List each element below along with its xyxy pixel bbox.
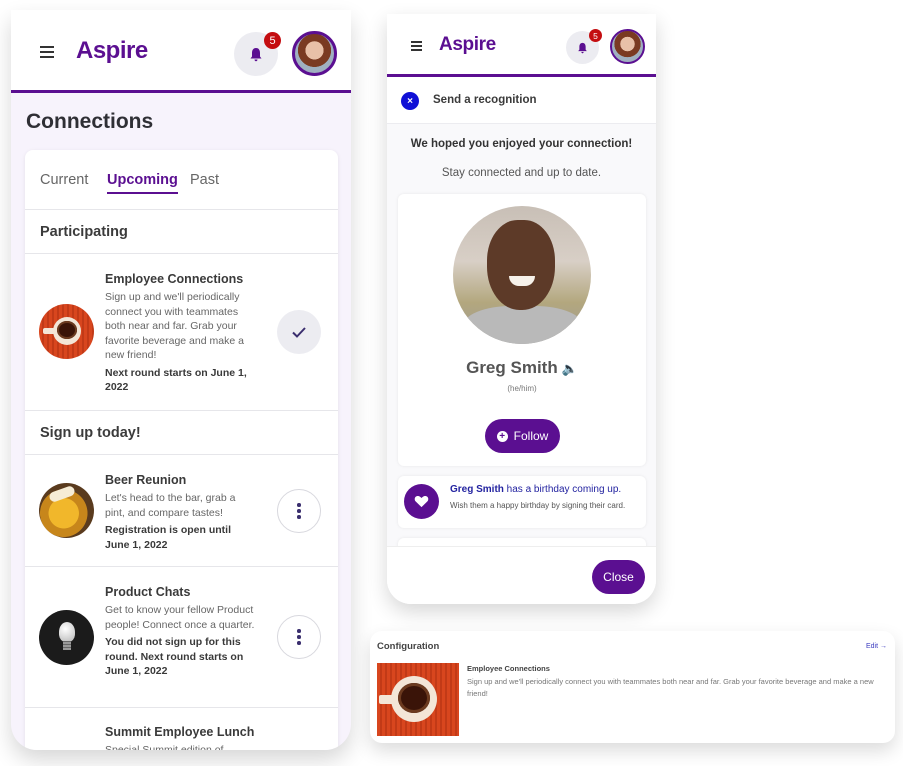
list-item-beer-reunion[interactable]: Beer Reunion Let's head to the bar, grab… [25, 455, 338, 567]
list-item-product-chats[interactable]: Product Chats Get to know your fellow Pr… [25, 567, 338, 708]
notifications-button[interactable]: 5 [234, 32, 281, 76]
heart-icon [404, 484, 439, 519]
speaker-icon[interactable]: 🔈 [562, 361, 578, 377]
dialog-footer: Close [387, 546, 656, 604]
check-icon [292, 326, 306, 338]
user-avatar[interactable] [292, 31, 337, 76]
tab-past[interactable]: Past [190, 172, 219, 188]
coffee-cup-image [39, 304, 94, 359]
user-avatar[interactable] [610, 29, 645, 64]
more-vertical-icon [297, 629, 301, 645]
notification-badge: 5 [264, 32, 281, 49]
birthday-card[interactable]: Greg Smith has a birthday coming up. Wis… [398, 476, 646, 528]
item-title: Summit Employee Lunch [105, 725, 255, 739]
notifications-button[interactable]: 5 [566, 29, 602, 64]
item-title: Product Chats [105, 585, 191, 599]
list-item-employee-connections[interactable]: Employee Connections Sign up and we'll p… [25, 254, 338, 411]
recognition-screen: Aspire 5 × Send a recognition We hoped y… [387, 14, 656, 604]
birthday-title-text: has a birthday coming up. [503, 484, 622, 495]
plus-circle-icon: + [496, 430, 508, 442]
app-header: Aspire 5 [11, 10, 351, 93]
profile-name: Greg Smith [466, 358, 558, 377]
more-options-button[interactable] [277, 489, 321, 533]
tab-bar: Current Upcoming Past [25, 150, 338, 210]
item-description: Get to know your fellow Product people! … [105, 604, 255, 631]
profile-pronouns: (he/him) [507, 384, 537, 393]
follow-label: Follow [513, 429, 549, 443]
signup-heading: Sign up today! [25, 411, 338, 455]
page-title: Connections [26, 110, 154, 133]
connection-heading: We hoped you enjoyed your connection! [410, 138, 633, 150]
app-logo[interactable]: Aspire [439, 34, 496, 56]
app-header: Aspire 5 [387, 14, 656, 77]
connections-screen: Aspire 5 Connections Current Upcoming Pa… [11, 10, 351, 750]
recognition-title: Send a recognition [433, 94, 537, 106]
list-item-summit-lunch[interactable]: Summit Employee Lunch Special Summit edi… [25, 708, 338, 750]
configuration-description: Sign up and we'll periodically connect y… [467, 677, 874, 698]
profile-card: Greg Smith 🔈 (he/him) + Follow [398, 194, 646, 466]
coffee-cup-image [377, 663, 459, 736]
item-note: Next round starts on June 1, 2022 [105, 366, 247, 394]
participating-heading: Participating [25, 210, 338, 254]
item-title: Employee Connections [105, 272, 244, 286]
item-description: Let's head to the bar, grab a pint, and … [105, 492, 236, 519]
beer-glass-image [39, 483, 94, 538]
birthday-description: Wish them a happy birthday by signing th… [450, 501, 626, 510]
joined-check-button[interactable] [277, 310, 321, 354]
item-note: You did not sign up for this round. Next… [105, 636, 244, 677]
configuration-panel: Configuration Edit → Employee Connection… [370, 631, 895, 743]
bell-icon [578, 42, 587, 53]
recognition-header: × Send a recognition [387, 77, 656, 124]
birthday-person[interactable]: Greg Smith [450, 484, 504, 495]
follow-button[interactable]: + Follow [485, 419, 560, 453]
close-button[interactable]: Close [592, 560, 645, 594]
configuration-title: Employee Connections [467, 664, 550, 673]
menu-icon[interactable] [40, 46, 54, 58]
item-title: Beer Reunion [105, 473, 187, 487]
bell-icon [250, 47, 262, 61]
edit-link[interactable]: Edit → [866, 643, 887, 650]
notification-badge: 5 [589, 29, 602, 42]
configuration-heading: Configuration [377, 641, 440, 652]
menu-icon[interactable] [411, 41, 422, 51]
item-note: Registration is open until June 1, 2022 [105, 524, 232, 551]
item-description: Sign up and we'll periodically connect y… [105, 291, 244, 361]
tab-current[interactable]: Current [40, 172, 88, 188]
canvas: Aspire 5 Connections Current Upcoming Pa… [0, 0, 903, 766]
more-vertical-icon [297, 503, 301, 519]
tab-upcoming[interactable]: Upcoming [107, 172, 178, 194]
profile-photo [453, 206, 591, 344]
item-description: Special Summit edition of [105, 744, 224, 750]
close-icon[interactable]: × [401, 92, 419, 110]
app-logo[interactable]: Aspire [76, 37, 148, 65]
profile-name-row: Greg Smith 🔈 [398, 358, 646, 378]
birthday-title: Greg Smith has a birthday coming up. [450, 484, 621, 495]
connection-subheading: Stay connected and up to date. [441, 167, 602, 179]
connections-card: Current Upcoming Past Participating Empl… [25, 150, 338, 750]
recognition-body: We hoped you enjoyed your connection! St… [387, 124, 656, 604]
more-options-button[interactable] [277, 615, 321, 659]
light-bulb-image [39, 610, 94, 665]
